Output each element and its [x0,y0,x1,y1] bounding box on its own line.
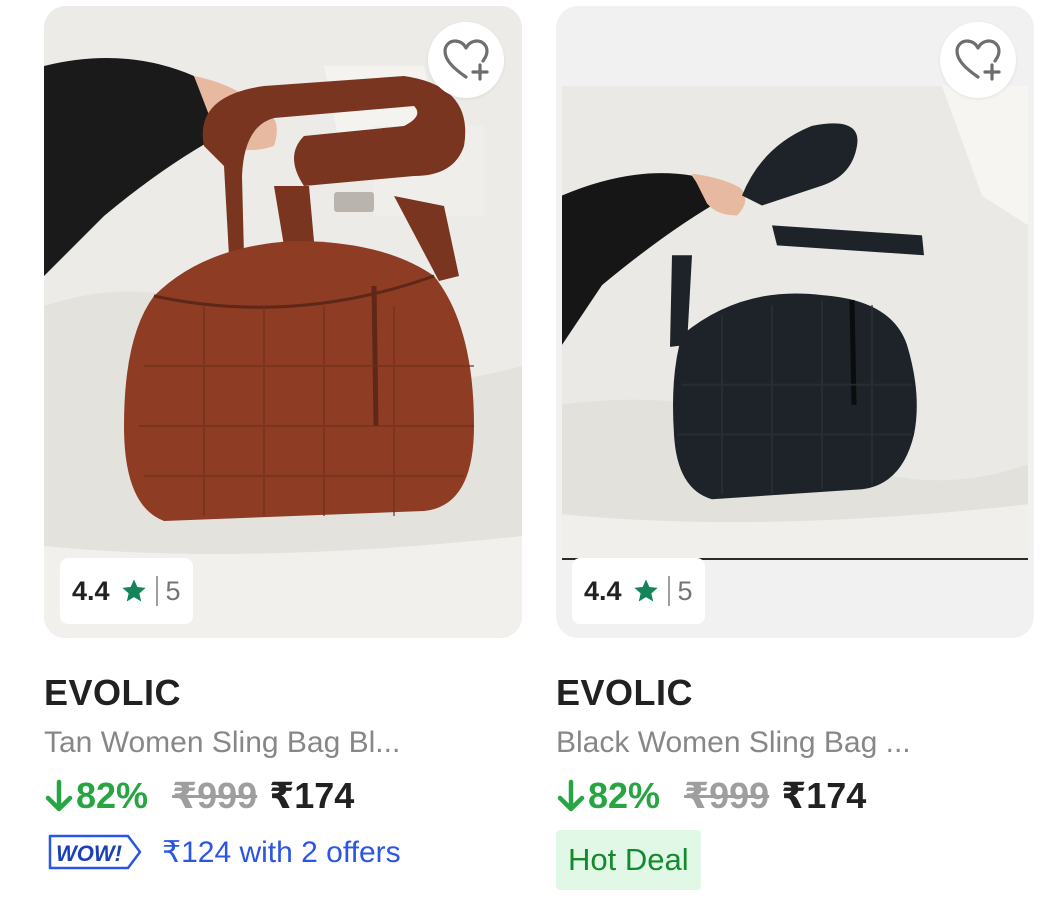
product-photo-black-bag[interactable] [562,86,1028,558]
wishlist-add-button[interactable] [940,22,1016,98]
offer-price-text[interactable]: ₹124 with 2 offers [162,835,401,870]
price-row: 82% ₹999 ₹174 [556,774,1034,818]
discount-value: 82% [588,775,661,816]
rating-value: 4.4 [584,575,622,606]
offer-row[interactable]: WOW! ₹124 with 2 offers [44,830,522,874]
product-photo-frame [562,86,1028,560]
product-image-container[interactable]: 4.4 5 [556,6,1034,638]
product-brand: EVOLIC [556,672,694,713]
product-photo-tan-bag[interactable] [44,6,522,638]
product-card-black-bag[interactable]: 4.4 5 EVOLIC Black Women Sling Bag ... 8… [556,6,1034,898]
selling-price: ₹174 [781,775,867,816]
product-title[interactable]: Tan Women Sling Bag Bl... [44,724,522,762]
product-brand: EVOLIC [44,672,182,713]
arrow-down-icon [45,779,73,812]
rating-count: 5 [165,575,181,606]
wow-badge: WOW! [44,830,144,874]
star-icon [632,577,660,605]
original-price: ₹999 [684,775,770,816]
rating-value: 4.4 [72,575,110,606]
original-price: ₹999 [172,775,258,816]
price-row: 82% ₹999 ₹174 [44,774,522,818]
discount-percent: 82% [44,775,148,817]
product-card-tan-bag[interactable]: 4.4 5 EVOLIC Tan Women Sling Bag Bl... 8… [44,6,522,898]
rating-badge: 4.4 5 [572,558,705,624]
rating-badge: 4.4 5 [60,558,193,624]
hot-deal-tag: Hot Deal [556,830,701,890]
heart-plus-icon [955,39,1001,81]
star-icon [120,577,148,605]
rating-divider [667,576,670,606]
product-image-container[interactable]: 4.4 5 [44,6,522,638]
discount-percent: 82% [556,775,660,817]
rating-divider [155,576,158,606]
wishlist-add-button[interactable] [428,22,504,98]
wow-label: WOW! [56,841,122,866]
heart-plus-icon [443,39,489,81]
arrow-down-icon [557,779,585,812]
rating-count: 5 [677,575,693,606]
product-title[interactable]: Black Women Sling Bag ... [556,724,1034,762]
discount-value: 82% [76,775,149,816]
selling-price: ₹174 [269,775,355,816]
